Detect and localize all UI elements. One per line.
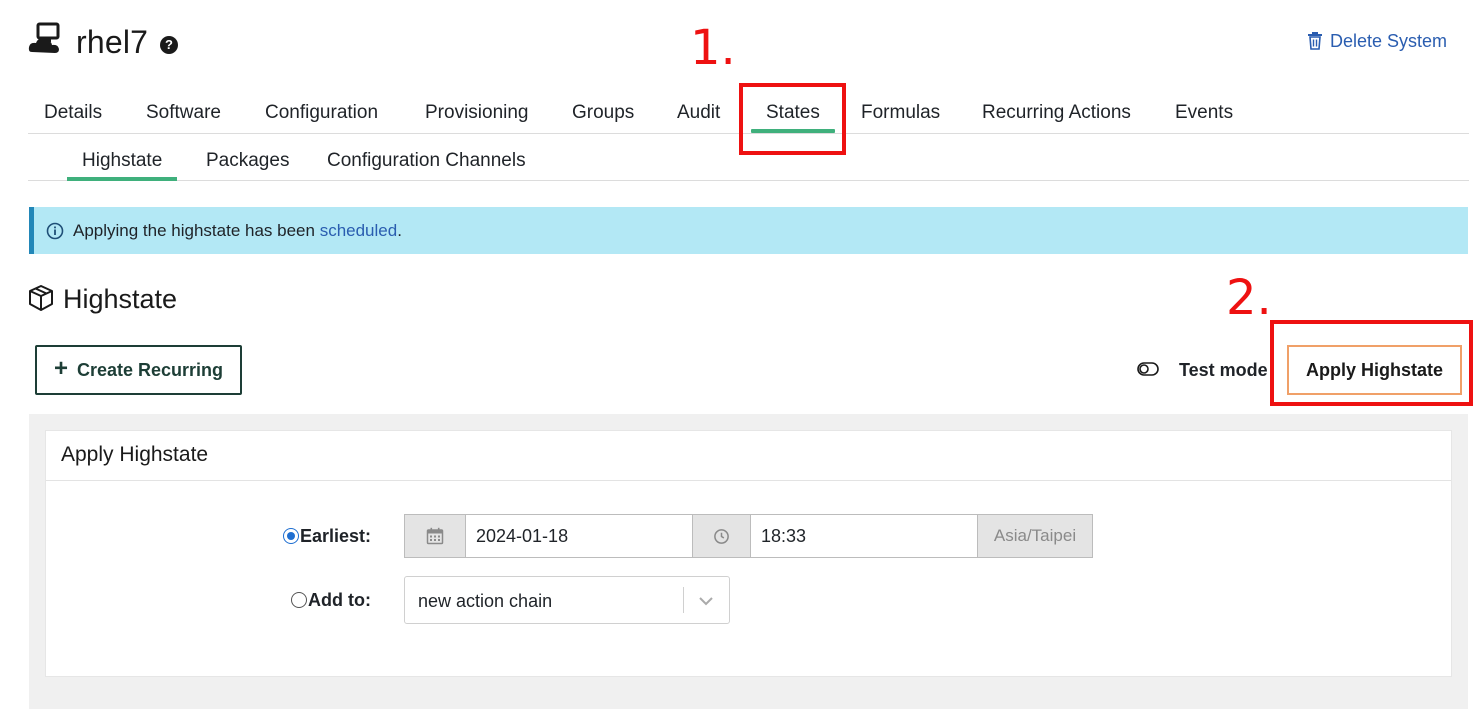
delete-system-link[interactable]: Delete System [1307,30,1447,52]
earliest-label: Earliest: [300,526,372,546]
info-alert: Applying the highstate has been schedule… [29,207,1468,254]
trash-icon [1308,32,1322,50]
help-icon[interactable]: ? [160,36,178,54]
toggle-off-icon [1137,362,1159,376]
annotation-step-1: 1. [690,20,736,76]
section-title: Highstate [63,284,178,314]
chevron-down-icon[interactable] [697,592,715,610]
calendar-icon[interactable] [405,515,465,557]
tab-provisioning[interactable]: Provisioning [425,101,529,125]
tab-groups[interactable]: Groups [572,101,634,125]
datetime-picker: 2024-01-18 18:33 Asia/Taipei [404,514,1093,558]
create-recurring-label: Create Recurring [76,359,224,380]
package-icon [28,284,54,312]
timezone-label: Asia/Taipei [977,515,1092,557]
test-mode-toggle[interactable] [1137,362,1159,376]
alert-period: . [397,220,402,240]
subtab-highstate[interactable]: Highstate [66,149,178,181]
apply-highstate-button[interactable]: Apply Highstate [1287,345,1462,395]
tab-recurring-actions[interactable]: Recurring Actions [982,101,1131,125]
server-cloud-icon [28,22,64,56]
panel-title: Apply Highstate [46,431,1451,481]
select-divider [683,587,684,613]
earliest-radio[interactable] [283,528,299,544]
tab-configuration[interactable]: Configuration [265,101,378,125]
tab-events[interactable]: Events [1175,101,1233,125]
date-input[interactable]: 2024-01-18 [465,515,692,557]
add-to-radio[interactable] [291,592,307,608]
tab-formulas[interactable]: Formulas [861,101,940,125]
page-title: rhel7 [76,24,149,60]
tab-software[interactable]: Software [146,101,221,125]
clock-icon[interactable] [692,515,750,557]
subtab-packages[interactable]: Packages [206,149,289,173]
alert-text: Applying the highstate has been [73,220,320,240]
subtab-configuration-channels[interactable]: Configuration Channels [327,149,526,173]
scheduled-link[interactable]: scheduled [320,221,398,241]
action-chain-select[interactable]: new action chain [404,576,730,624]
test-mode-label[interactable]: Test mode [1179,358,1268,382]
annotation-step-2: 2. [1226,270,1272,326]
tab-audit[interactable]: Audit [677,101,720,125]
add-to-label: Add to: [308,590,371,610]
annotation-box-states [739,83,846,155]
plus-icon: + [53,354,68,382]
info-icon [46,222,64,239]
delete-system-label: Delete System [1330,31,1448,51]
create-recurring-button[interactable]: + Create Recurring [35,345,242,395]
action-chain-value: new action chain [418,591,553,611]
tab-details[interactable]: Details [44,101,102,125]
time-input[interactable]: 18:33 [750,515,977,557]
